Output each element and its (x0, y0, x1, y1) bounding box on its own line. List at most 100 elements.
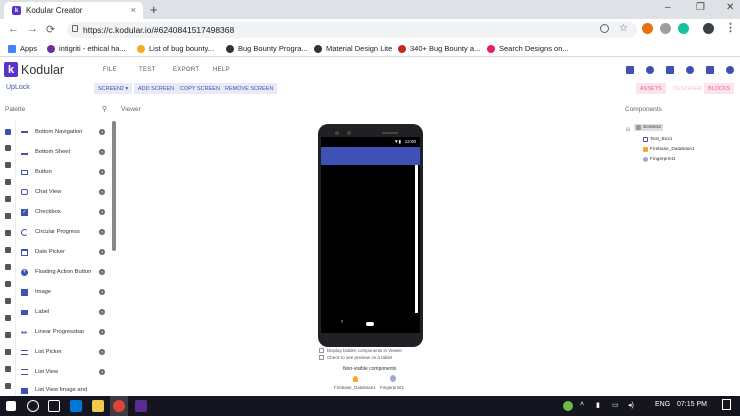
help-icon[interactable]: ? (99, 269, 105, 275)
bookmark-bug-bounty-list[interactable]: List of bug bounty... (137, 44, 214, 53)
help-icon[interactable]: ? (99, 349, 105, 355)
tree-node-screen2[interactable]: Screen2 (634, 124, 663, 131)
tree-toggle-icon[interactable]: ⊟ (626, 127, 630, 133)
help-icon[interactable]: ? (99, 329, 105, 335)
grammarly-icon[interactable] (678, 23, 689, 34)
chrome-taskbar-active[interactable] (110, 396, 128, 416)
bookmark-intigriti[interactable]: intigriti - ethical ha... (47, 44, 126, 53)
tray-app-icon[interactable] (563, 401, 573, 411)
browser-menu-icon[interactable]: ⋮ (725, 21, 736, 34)
reload-icon[interactable]: ⟳ (46, 23, 55, 36)
menu-help[interactable]: HELP (213, 67, 230, 73)
assets-button[interactable]: ASSETS (636, 83, 666, 94)
category-layout-icon[interactable] (5, 145, 11, 151)
back-icon[interactable]: ← (8, 23, 19, 35)
palette-item-list-view-image[interactable]: List View Image and (17, 382, 109, 396)
palette-item-image[interactable]: Image ? (17, 282, 109, 302)
category-media-icon[interactable] (5, 162, 11, 168)
browser-tab[interactable]: k Kodular Creator × (4, 2, 143, 19)
category-drawing-icon[interactable] (5, 179, 11, 185)
help-icon[interactable]: ? (99, 309, 105, 315)
forward-icon[interactable]: → (27, 23, 38, 35)
translate-icon[interactable] (706, 66, 714, 74)
tray-chevron-icon[interactable]: ˄ (580, 401, 584, 408)
bookmark-340-bug-bounty[interactable]: 340+ Bug Bounty a... (398, 44, 480, 53)
phone-screen[interactable] (321, 137, 420, 333)
clock[interactable]: 07:15 PM (677, 401, 707, 408)
edge-icon[interactable] (70, 400, 82, 412)
library-icon[interactable] (666, 66, 674, 74)
settings-icon[interactable] (726, 66, 734, 74)
menu-export[interactable]: EXPORT (173, 67, 199, 73)
palette-item-checkbox[interactable]: ✓ Checkbox ? (17, 202, 109, 222)
close-window-icon[interactable]: ✕ (726, 2, 734, 13)
tab-close-icon[interactable]: × (131, 5, 136, 15)
firebase-icon[interactable] (353, 376, 358, 382)
folder-icon[interactable] (626, 66, 634, 74)
people-icon[interactable] (646, 66, 654, 74)
help-icon[interactable]: ? (99, 209, 105, 215)
help-icon[interactable]: ? (99, 169, 105, 175)
palette-item-label[interactable]: Label ? (17, 302, 109, 322)
fingerprint-icon[interactable] (390, 375, 396, 382)
palette-item-circular-progress[interactable]: Circular Progress ? (17, 222, 109, 242)
category-sensors-icon[interactable] (5, 213, 11, 219)
windows-start-icon[interactable] (6, 401, 16, 411)
network-icon[interactable]: ▮ (596, 401, 600, 409)
menu-test[interactable]: TEST (139, 67, 156, 73)
bookmark-search-designs[interactable]: Search Designs on... (487, 44, 569, 53)
help-icon[interactable]: ? (99, 289, 105, 295)
display-hidden-checkbox[interactable] (319, 348, 324, 353)
extension-icon[interactable] (660, 23, 671, 34)
file-explorer-icon[interactable] (92, 400, 104, 412)
palette-search-icon[interactable]: ⚲ (102, 105, 107, 113)
menu-file[interactable]: FILE (103, 67, 117, 73)
category-google-icon[interactable] (5, 315, 11, 321)
palette-item-linear-progressbar[interactable]: ▸▸ Linear Progressbar ? (17, 322, 109, 342)
help-icon[interactable]: ? (99, 129, 105, 135)
category-info-icon[interactable] (5, 366, 11, 372)
tree-node-firebase[interactable]: Firebase_Database1 (643, 147, 695, 152)
account-icon[interactable] (686, 66, 694, 74)
help-icon[interactable]: ? (99, 249, 105, 255)
restore-icon[interactable]: ❐ (696, 2, 705, 13)
category-monetization-icon[interactable] (5, 332, 11, 338)
palette-item-bottom-sheet[interactable]: Bottom Sheet ? (17, 142, 109, 162)
new-tab-button[interactable]: + (150, 2, 158, 17)
battery-icon[interactable]: ▭ (612, 401, 619, 409)
notifications-icon[interactable] (722, 399, 731, 410)
palette-item-button[interactable]: Button ? (17, 162, 109, 182)
language-indicator[interactable]: ENG (655, 401, 670, 408)
category-storage-icon[interactable] (5, 247, 11, 253)
palette-scrollbar[interactable] (112, 121, 116, 251)
zoom-search-icon[interactable] (600, 24, 609, 33)
palette-item-list-view[interactable]: List View ? (17, 362, 109, 382)
copy-screen-button[interactable]: COPY SCREEN (176, 83, 224, 94)
cortana-icon[interactable] (27, 400, 39, 412)
help-icon[interactable]: ? (99, 229, 105, 235)
tablet-preview-checkbox[interactable] (319, 355, 324, 360)
extension-cookie-icon[interactable] (642, 23, 653, 34)
category-connectivity-icon[interactable] (5, 264, 11, 270)
palette-item-list-picker[interactable]: List Picker ? (17, 342, 109, 362)
category-dynamic-icon[interactable] (5, 349, 11, 355)
remove-screen-button[interactable]: REMOVE SCREEN (221, 83, 278, 94)
help-icon[interactable]: ? (99, 189, 105, 195)
help-icon[interactable]: ? (99, 149, 105, 155)
phone-title-bar[interactable] (321, 147, 420, 165)
category-user-interface-icon[interactable] (5, 129, 11, 135)
bookmark-star-icon[interactable]: ☆ (619, 23, 630, 34)
bookmark-bug-bounty-programs[interactable]: Bug Bounty Progra... (226, 44, 308, 53)
screen-select[interactable]: SCREEN2 ▾ (94, 83, 133, 94)
category-document-icon[interactable] (5, 298, 11, 304)
designer-button[interactable]: DESIGNER (669, 83, 706, 94)
address-bar[interactable]: https://c.kodular.io/#6240841517498368 (67, 22, 637, 38)
category-code-icon[interactable] (5, 281, 11, 287)
category-extensions-icon[interactable] (5, 383, 11, 389)
blocks-button[interactable]: BLOCKS (704, 83, 735, 94)
visual-studio-icon[interactable] (135, 400, 147, 412)
add-screen-button[interactable]: ADD SCREEN (134, 83, 179, 94)
bookmark-material-design[interactable]: Material Design Lite (314, 44, 392, 53)
volume-icon[interactable]: ◂) (628, 401, 634, 409)
profile-avatar[interactable] (703, 23, 714, 34)
